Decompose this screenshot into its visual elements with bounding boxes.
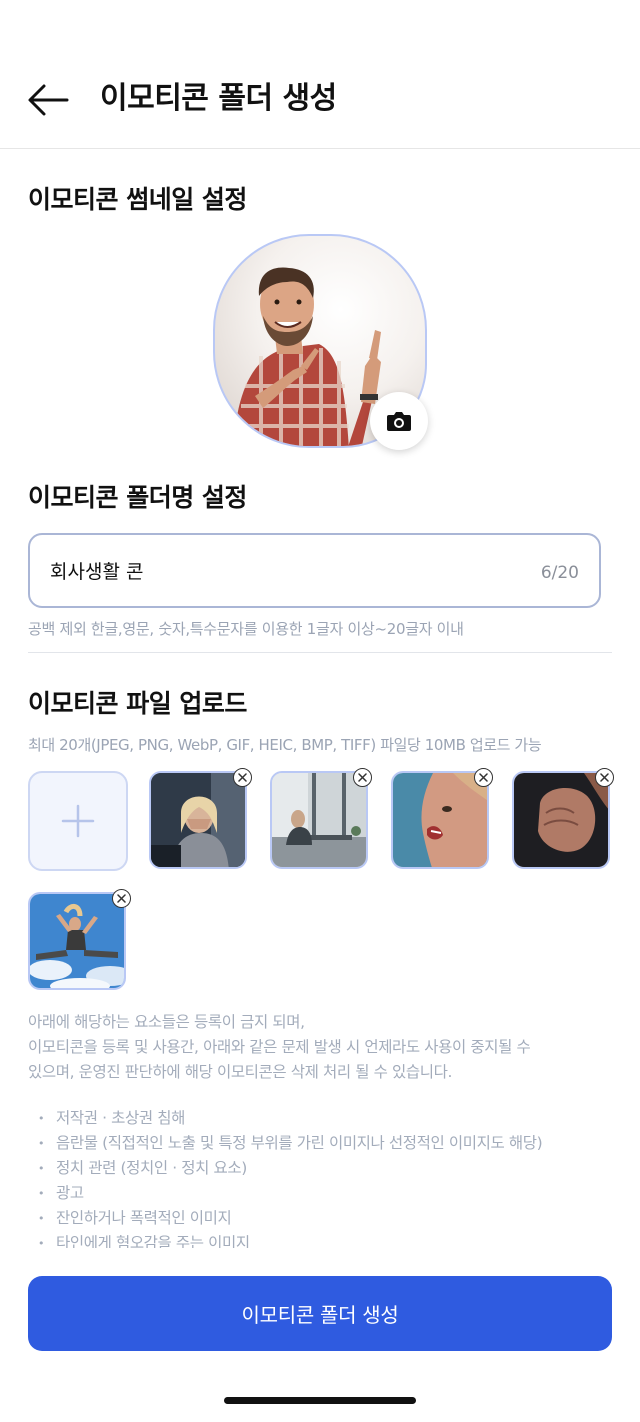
remove-image-button[interactable] xyxy=(474,768,493,787)
section-divider xyxy=(28,652,612,653)
folder-name-value: 회사생활 콘 xyxy=(50,561,144,583)
rule-item: 타인에게 혐오감을 주는 이미지 xyxy=(38,1231,612,1248)
character-counter: 6/20 xyxy=(540,563,579,583)
remove-image-button[interactable] xyxy=(233,768,252,787)
remove-image-button[interactable] xyxy=(112,889,131,908)
uploaded-image[interactable] xyxy=(270,771,368,869)
close-icon xyxy=(117,894,126,903)
close-icon xyxy=(358,773,367,782)
home-indicator xyxy=(224,1397,416,1404)
remove-image-button[interactable] xyxy=(595,768,614,787)
uploaded-image[interactable] xyxy=(391,771,489,869)
camera-button[interactable] xyxy=(370,392,428,450)
rule-item: 정치 관련 (정치인 · 정치 요소) xyxy=(38,1156,612,1181)
uploaded-image[interactable] xyxy=(512,771,610,869)
notice-line: 아래에 해당하는 요소들은 등록이 금지 되며, xyxy=(28,1013,305,1031)
back-button[interactable] xyxy=(22,78,74,122)
remove-image-button[interactable] xyxy=(353,768,372,787)
close-icon xyxy=(479,773,488,782)
close-icon xyxy=(600,773,609,782)
rule-item: 음란물 (직접적인 노출 및 특정 부위를 가린 이미지나 선정적인 이미지도 … xyxy=(38,1131,612,1156)
prohibited-rules-list: 저작권 · 초상권 침해 음란물 (직접적인 노출 및 특정 부위를 가린 이미… xyxy=(38,1106,612,1248)
notice-line: 있으며, 운영진 판단하에 해당 이모티콘은 삭제 처리 될 수 있습니다. xyxy=(28,1063,453,1081)
thumbnail-picker[interactable] xyxy=(213,234,428,450)
rule-item: 광고 xyxy=(38,1181,612,1206)
page-title: 이모티콘 폴더 생성 xyxy=(100,81,337,116)
notice-line: 이모티콘을 등록 및 사용간, 아래와 같은 문제 발생 시 언제라도 사용이 … xyxy=(28,1038,531,1056)
upload-notice: 아래에 해당하는 요소들은 등록이 금지 되며, 이모티콘을 등록 및 사용간,… xyxy=(28,1010,612,1085)
create-folder-button[interactable]: 이모티콘 폴더 생성 xyxy=(28,1276,612,1351)
rule-item: 저작권 · 초상권 침해 xyxy=(38,1106,612,1131)
close-icon xyxy=(238,773,247,782)
folder-name-input[interactable]: 회사생활 콘 6/20 xyxy=(28,533,601,608)
rule-item: 잔인하거나 폭력적인 이미지 xyxy=(38,1206,612,1231)
folder-name-hint: 공백 제외 한글,영문, 숫자,특수문자를 이용한 1글자 이상~20글자 이내 xyxy=(28,620,464,638)
upload-description: 최대 20개(JPEG, PNG, WebP, GIF, HEIC, BMP, … xyxy=(28,736,542,754)
plus-icon xyxy=(61,804,95,838)
folder-name-section-title: 이모티콘 폴더명 설정 xyxy=(28,483,247,512)
add-image-button[interactable] xyxy=(28,771,128,871)
thumbnail-section-title: 이모티콘 썸네일 설정 xyxy=(28,185,247,214)
camera-icon xyxy=(387,412,411,431)
uploaded-image[interactable] xyxy=(149,771,247,869)
app-header: 이모티콘 폴더 생성 xyxy=(0,0,640,149)
upload-section-title: 이모티콘 파일 업로드 xyxy=(28,689,247,718)
arrow-left-icon xyxy=(28,84,69,116)
uploaded-image[interactable] xyxy=(28,892,126,990)
